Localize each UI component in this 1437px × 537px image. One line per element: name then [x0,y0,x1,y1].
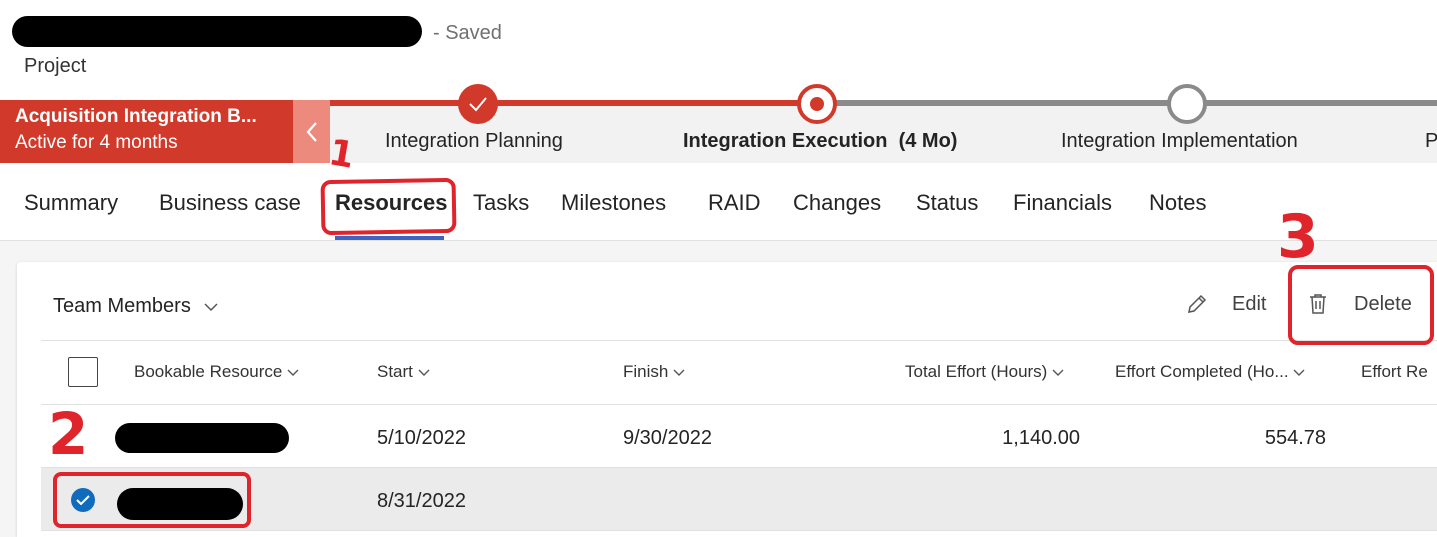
stage-node-active[interactable] [797,84,837,124]
checkmark-icon [469,97,487,112]
stage-connector-pending [818,100,1437,106]
cell-start: 5/10/2022 [377,427,466,449]
redacted-record-name [12,16,422,47]
cell-total-effort: 1,140.00 [1002,427,1080,449]
entity-type-label: Project [24,55,87,77]
annotation-box-delete [1288,265,1434,345]
tab-milestones[interactable]: Milestones [561,190,666,216]
stage-label-planning[interactable]: Integration Planning [385,130,563,153]
column-label: Bookable Resource [134,362,283,381]
column-label: Start [377,362,413,381]
subgrid-title-text: Team Members [53,295,191,317]
tab-notes[interactable]: Notes [1149,190,1206,216]
subgrid-title[interactable]: Team Members [53,295,218,318]
tab-financials[interactable]: Financials [1013,190,1112,216]
column-header-effort-completed[interactable]: Effort Completed (Ho... [1115,362,1305,382]
tab-changes[interactable]: Changes [793,190,881,216]
pencil-icon [1188,294,1207,313]
save-status: - Saved [433,22,502,44]
sort-chevron-icon [1052,369,1064,376]
annotation-number-2: 2 [48,400,89,468]
stage-node-completed[interactable] [458,84,498,124]
column-label: Effort Completed (Ho... [1115,362,1289,381]
cell-effort-completed: 554.78 [1264,427,1326,449]
sort-chevron-icon [673,369,685,376]
sort-chevron-icon [1293,369,1305,376]
tab-status[interactable]: Status [916,190,978,216]
stage-connector-completed [330,100,818,106]
column-header-effort-remaining[interactable]: Effort Re [1361,362,1428,382]
sort-chevron-icon [287,369,299,376]
column-header-finish[interactable]: Finish [623,362,685,382]
column-label: Finish [623,362,669,381]
edit-button[interactable]: Edit [1185,292,1266,316]
chevron-left-icon [306,121,317,142]
column-header-start[interactable]: Start [377,362,430,382]
column-label: Total Effort (Hours) [905,362,1048,381]
column-header-total-effort[interactable]: Total Effort (Hours) [905,362,1064,382]
annotation-box-resources-tab [320,177,457,236]
stage-label-execution-name: Integration Execution [683,130,888,152]
select-all-checkbox[interactable] [68,357,98,387]
active-stage-flyout[interactable]: Acquisition Integration B... Active for … [0,100,293,163]
chevron-down-icon [204,303,218,312]
row-divider [41,530,1437,531]
stage-label-execution[interactable]: Integration Execution (4 Mo) [683,130,957,153]
cell-start: 8/31/2022 [377,490,466,512]
stage-label-next[interactable]: P [1425,130,1437,153]
column-header-bookable-resource[interactable]: Bookable Resource [134,362,299,382]
edit-label: Edit [1232,292,1267,315]
annotation-box-selected-row [53,472,251,528]
cell-finish: 9/30/2022 [623,427,712,449]
tab-tasks[interactable]: Tasks [473,190,529,216]
redacted-resource-name [115,423,289,453]
grid-header-top-line [41,340,1437,341]
stage-label-implementation[interactable]: Integration Implementation [1061,130,1298,153]
annotation-number-3: 3 [1277,202,1319,272]
tab-business-case[interactable]: Business case [159,190,301,216]
stage-node-pending[interactable] [1167,84,1207,124]
sort-chevron-icon [418,369,430,376]
tab-summary[interactable]: Summary [24,190,118,216]
active-stage-dot [810,97,824,111]
active-stage-name: Acquisition Integration B... [15,106,257,127]
tab-raid[interactable]: RAID [708,190,761,216]
stage-duration: (4 Mo) [898,130,958,152]
collapse-stage-button[interactable] [293,100,330,163]
active-stage-duration: Active for 4 months [15,132,178,153]
